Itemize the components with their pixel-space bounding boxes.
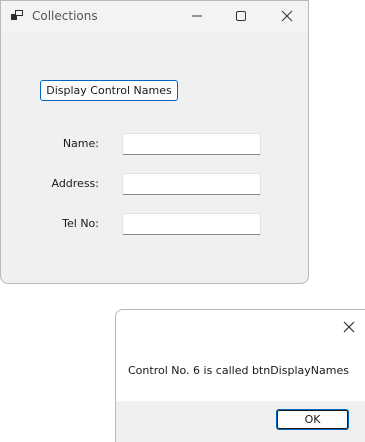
message-footer: OK — [116, 401, 365, 442]
tel-no-label: Tel No: — [62, 217, 99, 230]
ok-button[interactable]: OK — [276, 409, 349, 430]
message-box: Control No. 6 is called btnDisplayNames … — [115, 309, 365, 442]
window-title: Collections — [32, 9, 98, 23]
maximize-icon[interactable] — [226, 4, 256, 28]
address-label: Address: — [51, 177, 99, 190]
tel-no-field[interactable] — [122, 213, 261, 235]
name-label: Name: — [62, 137, 99, 150]
close-icon[interactable] — [338, 316, 360, 338]
minimize-icon[interactable] — [182, 4, 212, 28]
title-bar[interactable]: Collections — [1, 1, 308, 32]
screen: Collections Display Control Names Name: — [0, 0, 365, 442]
app-icon — [11, 10, 24, 21]
collections-window: Collections Display Control Names Name: — [0, 0, 309, 284]
close-icon[interactable] — [272, 4, 302, 28]
message-text: Control No. 6 is called btnDisplayNames — [128, 364, 349, 377]
name-field[interactable] — [122, 133, 261, 155]
display-control-names-button[interactable]: Display Control Names — [40, 80, 178, 101]
address-field[interactable] — [122, 173, 261, 195]
